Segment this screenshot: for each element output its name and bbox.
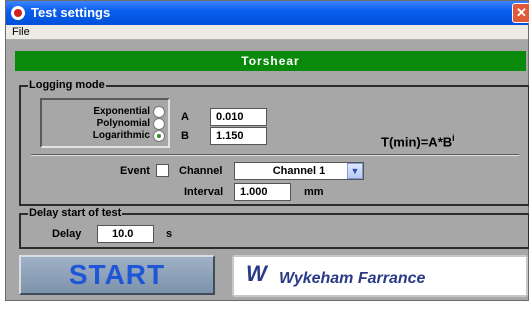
menu-file[interactable]: File xyxy=(12,26,30,39)
delay-field[interactable]: 10.0 xyxy=(97,225,154,243)
start-button[interactable]: START xyxy=(19,255,215,295)
window-title: Test settings xyxy=(31,5,111,20)
radio-label-logarithmic: Logarithmic xyxy=(92,130,150,141)
radio-label-polynomial: Polynomial xyxy=(96,118,150,129)
mode-banner: Torshear xyxy=(15,51,526,71)
param-a-label: A xyxy=(181,111,189,123)
logging-divider xyxy=(31,154,519,156)
interval-label: Interval xyxy=(184,186,224,198)
formula-exponent: i xyxy=(452,133,455,143)
formula-base: T(min)=A*B xyxy=(381,134,453,150)
delay-unit: s xyxy=(166,228,173,240)
radio-logarithmic[interactable] xyxy=(153,130,165,142)
test-settings-window: Test settings ✕ File Torshear Logging mo… xyxy=(5,0,529,301)
channel-label: Channel xyxy=(179,165,223,177)
close-icon[interactable]: ✕ xyxy=(512,3,529,23)
radio-label-exponential: Exponential xyxy=(93,106,150,117)
radio-polynomial[interactable] xyxy=(153,118,165,130)
param-b-label: B xyxy=(181,130,189,142)
app-icon xyxy=(11,6,25,20)
logo-text: Wykeham Farrance xyxy=(279,270,426,287)
logo-mark: W xyxy=(246,261,267,286)
delay-group-title: Delay start of test xyxy=(28,207,123,220)
interval-unit: mm xyxy=(304,186,324,198)
wykeham-farrance-logo: W Wykeham Farrance xyxy=(232,255,528,297)
event-label: Event xyxy=(120,165,150,177)
radio-exponential[interactable] xyxy=(153,106,165,118)
formula-text: T(min)=A*Bi xyxy=(381,131,455,149)
param-a-field[interactable]: 0.010 xyxy=(210,108,267,126)
param-b-field[interactable]: 1.150 xyxy=(210,127,267,145)
delay-label: Delay xyxy=(52,228,82,240)
interval-field[interactable]: 1.000 xyxy=(234,183,291,201)
event-checkbox[interactable] xyxy=(156,164,169,177)
channel-select[interactable]: Channel 1 xyxy=(234,162,364,180)
chevron-down-icon[interactable]: ▼ xyxy=(347,163,363,179)
channel-select-value: Channel 1 xyxy=(272,165,326,177)
logging-mode-title: Logging mode xyxy=(28,79,106,92)
menu-bar: File xyxy=(6,25,528,40)
title-bar: Test settings ✕ xyxy=(6,1,529,25)
